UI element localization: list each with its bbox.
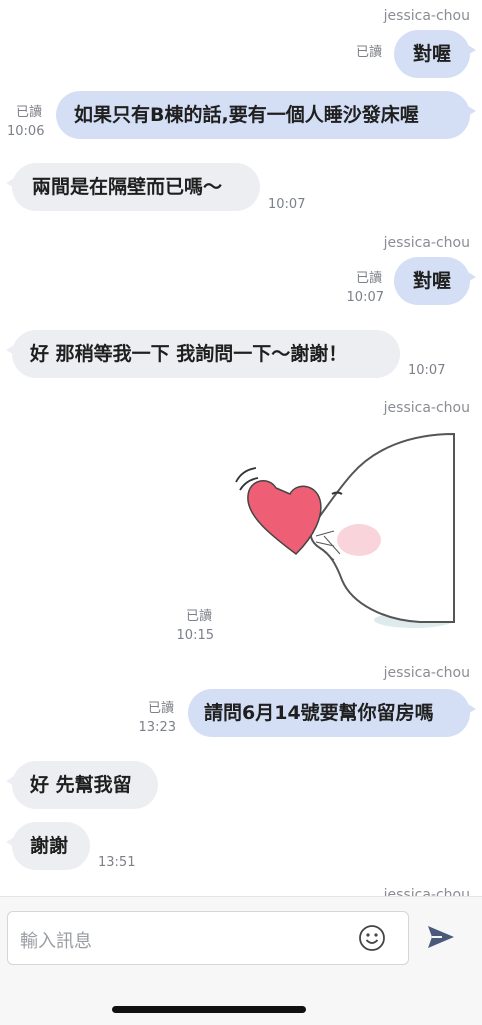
message-bubble-in[interactable]: 謝謝 (6, 822, 90, 870)
message-bubble-in[interactable]: 好 那稍等我一下 我詢問一下～謝謝！ (6, 330, 400, 378)
sender-name: jessica-chou (383, 235, 470, 251)
timestamp: 10:15 (176, 628, 214, 643)
sender-name-partial: jessica-chou (383, 888, 470, 896)
home-indicator (112, 1006, 306, 1013)
message-bubble-out[interactable]: 對喔 (394, 257, 476, 305)
timestamp: 10:07 (346, 290, 384, 305)
sender-name: jessica-chou (383, 665, 470, 681)
read-status: 已讀 (185, 609, 212, 624)
message-bubble-out[interactable]: 如果只有B棟的話,要有一個人睡沙發床喔 (56, 91, 476, 139)
timestamp: 10:07 (268, 197, 306, 212)
emoji-icon[interactable] (358, 924, 386, 952)
timestamp: 10:06 (7, 124, 45, 139)
message-input[interactable]: 輸入訊息 (7, 911, 409, 965)
sender-name: jessica-chou (383, 400, 470, 416)
message-bubble-out[interactable]: 請問6月14號要幫你留房嗎 (188, 689, 476, 737)
message-bubble-in[interactable]: 好 先幫我留 (6, 761, 158, 809)
read-status: 已讀 (355, 271, 382, 286)
timestamp: 13:23 (138, 720, 176, 735)
message-bubble-out[interactable]: 對喔 (394, 30, 476, 78)
sender-name: jessica-chou (383, 8, 470, 24)
read-status: 已讀 (16, 105, 43, 120)
message-bubble-in[interactable]: 兩間是在隔壁而已嗎～ (6, 163, 260, 211)
input-placeholder: 輸入訊息 (20, 931, 92, 952)
seal-with-heart-sticker[interactable] (224, 424, 460, 636)
send-icon[interactable] (426, 923, 456, 951)
timestamp: 13:51 (98, 855, 136, 870)
read-status: 已讀 (355, 45, 382, 60)
read-status: 已讀 (147, 701, 174, 716)
timestamp: 10:07 (408, 363, 446, 378)
